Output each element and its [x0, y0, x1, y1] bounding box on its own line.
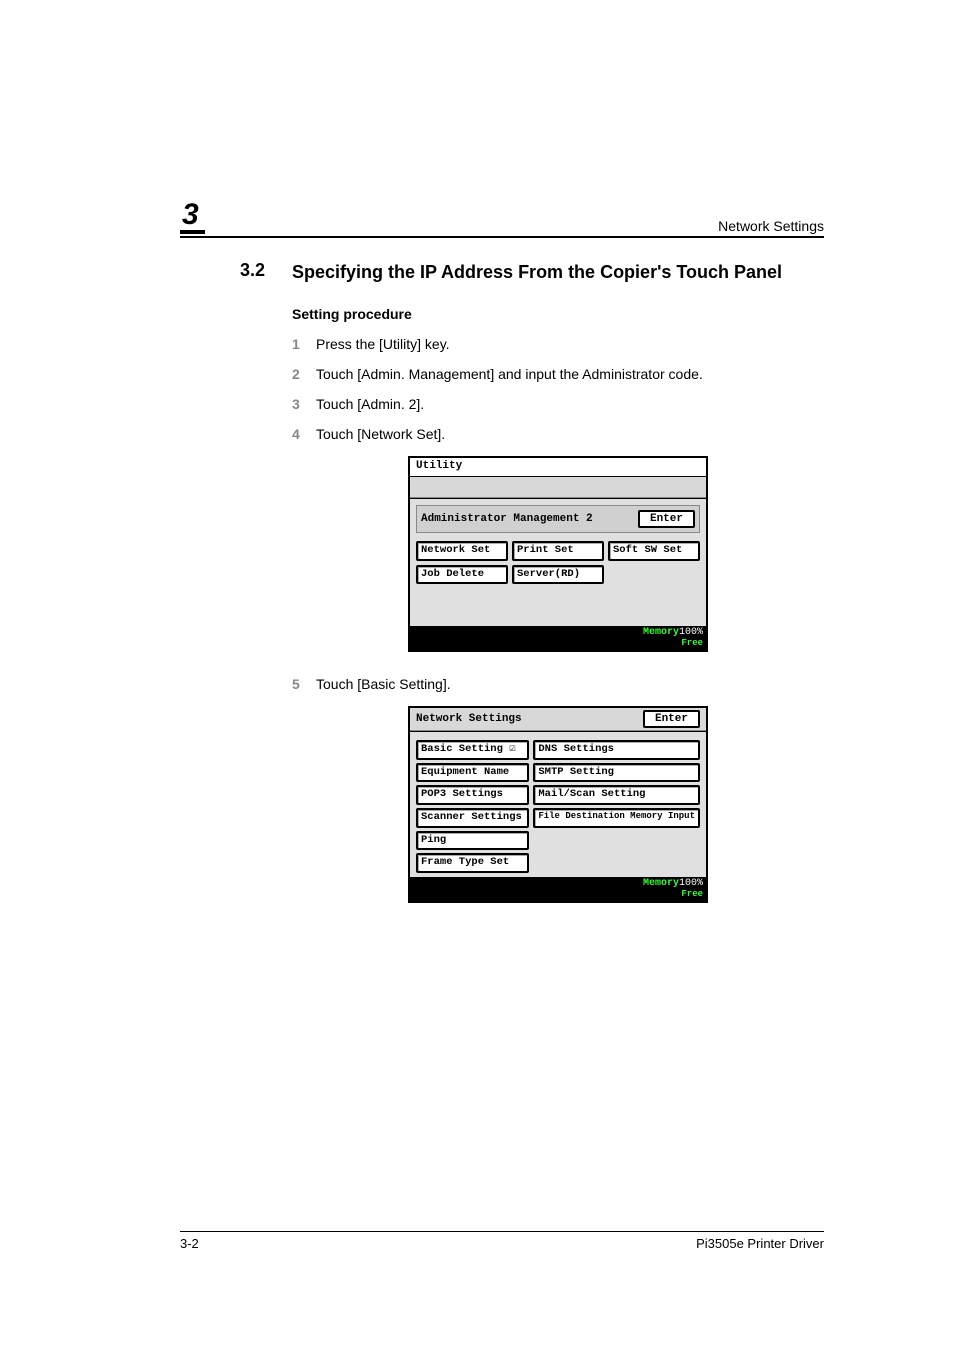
- page-footer: 3-2 Pi3505e Printer Driver: [180, 1231, 824, 1251]
- mail-scan-setting-button[interactable]: Mail/Scan Setting: [533, 785, 700, 805]
- section-number: 3.2: [240, 260, 292, 284]
- section-heading: 3.2 Specifying the IP Address From the C…: [240, 260, 824, 284]
- job-delete-button[interactable]: Job Delete: [416, 565, 508, 585]
- page-header: 3 Network Settings: [180, 200, 824, 238]
- ping-button[interactable]: Ping: [416, 831, 529, 851]
- step-text: Touch [Network Set].: [316, 426, 824, 442]
- page-number: 3-2: [180, 1236, 199, 1251]
- step-text: Touch [Admin. 2].: [316, 396, 824, 412]
- frame-type-set-button[interactable]: Frame Type Set: [416, 853, 529, 873]
- header-section-name: Network Settings: [718, 218, 824, 234]
- scanner-settings-button[interactable]: Scanner Settings: [416, 808, 529, 828]
- step-text: Touch [Basic Setting].: [316, 676, 824, 692]
- admin-mgmt-2-label: Administrator Management 2: [421, 513, 593, 525]
- soft-sw-set-button[interactable]: Soft SW Set: [608, 541, 700, 561]
- file-destination-memory-input-button[interactable]: File Destination Memory Input: [533, 808, 700, 828]
- step-number: 2: [292, 366, 316, 382]
- chapter-number: 3: [180, 200, 205, 234]
- print-set-button[interactable]: Print Set: [512, 541, 604, 561]
- server-rd-button[interactable]: Server(RD): [512, 565, 604, 585]
- pop3-settings-button[interactable]: POP3 Settings: [416, 785, 529, 805]
- enter-button[interactable]: Enter: [643, 710, 700, 728]
- section-title: Specifying the IP Address From the Copie…: [292, 260, 782, 284]
- enter-button[interactable]: Enter: [638, 510, 695, 528]
- step-1: 1 Press the [Utility] key.: [292, 336, 824, 352]
- utility-screen: Utility Administrator Management 2 Enter…: [408, 456, 708, 652]
- step-number: 4: [292, 426, 316, 442]
- step-number: 5: [292, 676, 316, 692]
- footer-product: Pi3505e Printer Driver: [696, 1236, 824, 1251]
- step-4: 4 Touch [Network Set].: [292, 426, 824, 442]
- step-3: 3 Touch [Admin. 2].: [292, 396, 824, 412]
- screen-title: Utility: [410, 458, 706, 476]
- basic-setting-button[interactable]: Basic Setting ☑: [416, 740, 529, 760]
- dns-settings-button[interactable]: DNS Settings: [533, 740, 700, 760]
- memory-status: Memory100% Free: [410, 877, 706, 901]
- screen-title: Network Settings: [416, 713, 522, 725]
- step-text: Touch [Admin. Management] and input the …: [316, 366, 824, 382]
- smtp-setting-button[interactable]: SMTP Setting: [533, 763, 700, 783]
- step-number: 1: [292, 336, 316, 352]
- step-number: 3: [292, 396, 316, 412]
- step-2: 2 Touch [Admin. Management] and input th…: [292, 366, 824, 382]
- memory-status: Memory100% Free: [410, 626, 706, 650]
- setting-procedure-heading: Setting procedure: [292, 306, 824, 322]
- step-text: Press the [Utility] key.: [316, 336, 824, 352]
- network-set-button[interactable]: Network Set: [416, 541, 508, 561]
- network-settings-screen: Network Settings Enter Basic Setting ☑ D…: [408, 706, 708, 902]
- step-5: 5 Touch [Basic Setting].: [292, 676, 824, 692]
- equipment-name-button[interactable]: Equipment Name: [416, 763, 529, 783]
